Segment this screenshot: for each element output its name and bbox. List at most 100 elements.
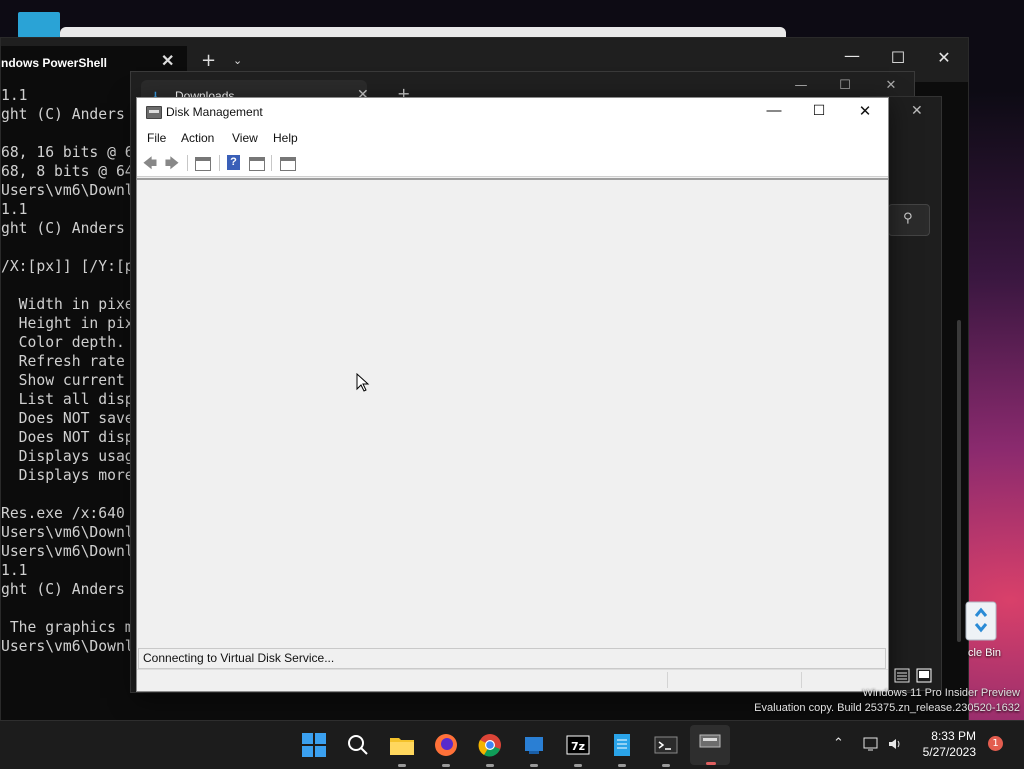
notification-badge[interactable]: 1 (988, 736, 1003, 751)
running-indicator (442, 764, 450, 767)
clock-time: 8:33 PM (931, 729, 976, 743)
properties-icon[interactable] (280, 157, 296, 171)
clock[interactable]: 8:33 PM 5/27/2023 (900, 728, 976, 760)
running-indicator (398, 764, 406, 767)
recycle-bin-icon[interactable] (958, 598, 1004, 642)
details-view-icon[interactable] (894, 668, 910, 683)
terminal-line: Height in pix (1, 315, 134, 332)
taskbar-hyper-v[interactable] (518, 729, 550, 767)
terminal-line: 68, 16 bits @ 6 (1, 144, 134, 161)
new-tab-button[interactable]: + (201, 50, 216, 71)
running-indicator (486, 764, 494, 767)
search-icon: ⚲ (903, 211, 913, 226)
status-panel (667, 672, 668, 688)
taskbar-7zip[interactable]: 7z (562, 729, 594, 767)
show-hide-console-tree-icon[interactable] (195, 157, 211, 171)
terminal-line: Refresh rate (1, 353, 125, 370)
terminal-line: Users\vm6\Downl (1, 638, 134, 655)
toolbar: 🡄 🡆 ? (137, 150, 888, 177)
menu-help[interactable]: Help (273, 131, 298, 145)
menu-view[interactable]: View (232, 131, 258, 145)
taskbar-disk-management[interactable] (690, 725, 730, 765)
terminal-tab-label: ndows PowerShell (1, 56, 108, 70)
terminal-line: Users\vm6\Downl (1, 543, 134, 560)
chevron-up-icon[interactable]: ⌃ (833, 736, 844, 751)
search-box[interactable]: ⚲ (888, 204, 930, 236)
window-title: Disk Management (166, 105, 263, 119)
toolbar-separator (271, 155, 272, 171)
disk-management-window: Disk Management — ☐ ✕ File Action View H… (136, 97, 889, 692)
back-arrow-icon[interactable]: 🡄 (141, 155, 159, 171)
mouse-cursor-icon (356, 373, 370, 392)
taskbar-file-explorer[interactable] (386, 729, 418, 767)
terminal-line: 1.1 (1, 562, 28, 579)
close-button[interactable]: ✕ (871, 78, 911, 93)
terminal-line: Displays more (1, 467, 134, 484)
active-indicator (706, 762, 716, 765)
terminal-line: ght (C) Anders (1, 220, 125, 237)
view-switcher (893, 667, 933, 688)
background-window-icon (18, 12, 60, 38)
terminal-line: Does NOT save (1, 410, 134, 427)
terminal-line: Users\vm6\Downl (1, 524, 134, 541)
maximize-button[interactable]: ☐ (796, 102, 842, 119)
status-text: Connecting to Virtual Disk Service... (143, 651, 335, 665)
running-indicator (662, 764, 670, 767)
taskbar-notepad[interactable] (606, 729, 638, 767)
close-icon[interactable]: ✕ (911, 103, 923, 119)
minimize-button[interactable]: — (829, 46, 875, 65)
terminal-line: Show current (1, 372, 125, 389)
search-button[interactable] (342, 729, 374, 761)
terminal-line: The graphics m (1, 619, 134, 636)
taskbar-chrome[interactable] (474, 729, 506, 767)
status-bar: Connecting to Virtual Disk Service... (138, 648, 886, 669)
notepad-icon (614, 734, 630, 756)
terminal-line: /X:[px]] [/Y:[p (1, 258, 134, 275)
7zip-icon: 7z (566, 735, 590, 755)
menu-bar: File Action View Help (137, 126, 888, 150)
close-button[interactable]: ✕ (921, 48, 967, 67)
firefox-icon (435, 734, 457, 756)
help-icon[interactable]: ? (227, 155, 240, 170)
clock-date: 5/27/2023 (922, 745, 976, 759)
terminal-line: Users\vm6\Downl (1, 182, 134, 199)
maximize-button[interactable]: ☐ (825, 78, 865, 93)
terminal-line: Displays usag (1, 448, 134, 465)
show-hide-action-pane-icon[interactable] (249, 157, 265, 171)
chevron-down-icon[interactable]: ⌄ (233, 54, 242, 67)
scrollbar[interactable] (957, 320, 961, 642)
running-indicator (574, 764, 582, 767)
minimize-button[interactable]: — (781, 78, 821, 93)
taskbar-terminal[interactable] (650, 729, 682, 767)
terminal-line: Does NOT disp (1, 429, 134, 446)
titlebar: Disk Management — ☐ ✕ (137, 98, 888, 126)
disk-list-pane[interactable] (137, 180, 888, 647)
menu-action[interactable]: Action (181, 131, 214, 145)
terminal-line: 1.1 (1, 87, 28, 104)
terminal-line: Width in pixe (1, 296, 134, 313)
start-icon (302, 733, 326, 757)
terminal-line: Color depth. (1, 334, 125, 351)
terminal-line: 68, 8 bits @ 64 (1, 163, 134, 180)
terminal-line: ght (C) Anders (1, 581, 125, 598)
network-icon[interactable] (862, 735, 880, 753)
menu-file[interactable]: File (147, 131, 166, 145)
close-icon[interactable]: ✕ (161, 51, 174, 71)
terminal-icon (654, 736, 678, 754)
terminal-line: Res.exe /x:640 (1, 505, 125, 522)
large-icons-view-icon[interactable] (916, 668, 932, 683)
forward-arrow-icon[interactable]: 🡆 (163, 155, 181, 171)
toolbar-separator (187, 155, 188, 171)
maximize-button[interactable]: ☐ (875, 48, 921, 67)
start-button[interactable] (298, 729, 330, 761)
terminal-output[interactable]: 1.1 ght (C) Anders 68, 16 bits @ 6 68, 8 bi… (1, 82, 141, 716)
search-icon (348, 735, 368, 755)
watermark-build: Evaluation copy. Build 25375.zn_release.… (754, 702, 1020, 714)
close-button[interactable]: ✕ (842, 102, 888, 120)
taskbar-firefox[interactable] (430, 729, 462, 767)
minimize-button[interactable]: — (751, 102, 797, 119)
